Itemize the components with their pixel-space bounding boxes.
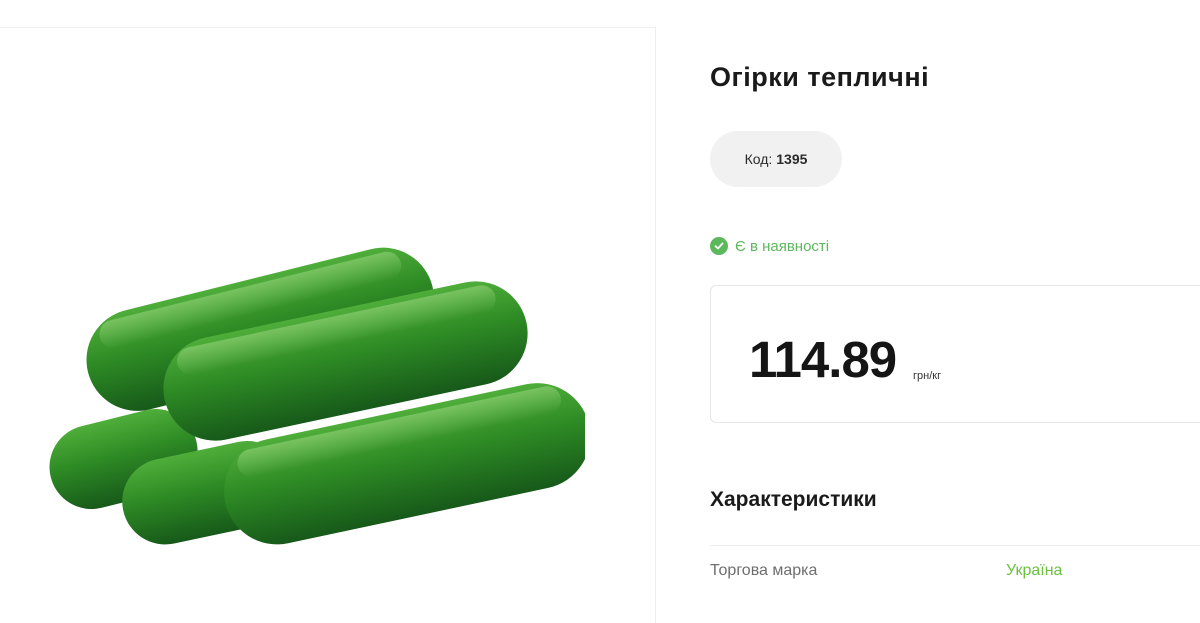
product-title: Огірки тепличні bbox=[710, 62, 930, 92]
product-code-label: Код: bbox=[744, 151, 773, 167]
product-code-badge: Код: 1395 bbox=[710, 131, 842, 187]
price-unit: грн/кг bbox=[913, 370, 942, 382]
stock-status-text: Є в наявності bbox=[735, 237, 830, 255]
product-image-pane bbox=[0, 28, 655, 623]
specs-heading: Характеристики bbox=[710, 488, 877, 511]
product-info: Огірки тепличні Код: 1395 Є в наявності … bbox=[710, 0, 1200, 623]
price-value: 114.89 bbox=[749, 331, 897, 388]
product-image[interactable] bbox=[10, 198, 585, 578]
stock-status: Є в наявності bbox=[710, 237, 829, 255]
product-code-value: 1395 bbox=[776, 151, 808, 167]
price-box: 114.89 грн/кг bbox=[710, 285, 1200, 423]
spec-label-brand: Торгова марка bbox=[710, 562, 818, 579]
specs-divider bbox=[710, 545, 1200, 546]
check-circle-icon bbox=[710, 237, 728, 255]
column-divider bbox=[655, 27, 656, 623]
spec-value-brand-link[interactable]: Україна bbox=[1006, 562, 1062, 580]
